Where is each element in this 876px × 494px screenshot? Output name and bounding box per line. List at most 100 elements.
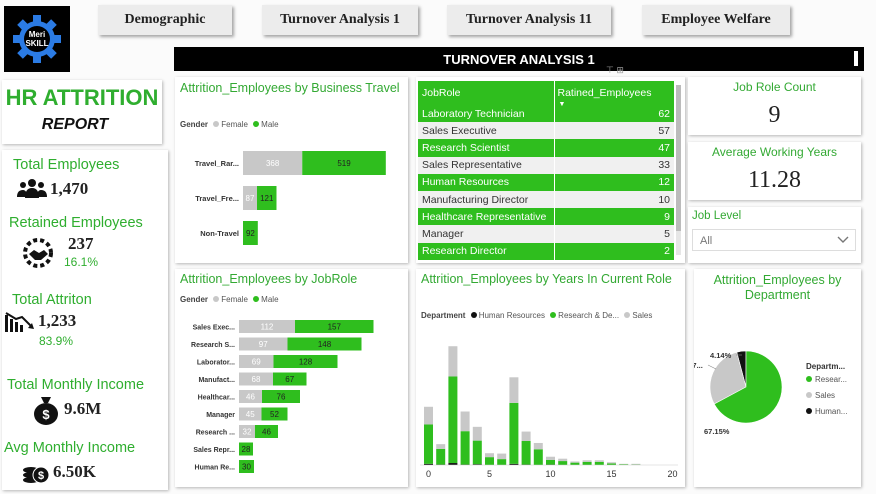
- data-label: 45: [246, 410, 255, 419]
- column-segment[interactable]: [582, 460, 592, 462]
- cell-retained-count: 9: [664, 210, 670, 223]
- category-label: Manager: [206, 412, 235, 419]
- job-level-dropdown[interactable]: All: [692, 229, 856, 251]
- column-segment[interactable]: [521, 431, 531, 442]
- table-row[interactable]: Sales Executive 57: [418, 122, 674, 140]
- column-segment[interactable]: [570, 461, 580, 463]
- column-segment[interactable]: [570, 462, 580, 465]
- pie-legend-dot: [806, 408, 812, 414]
- data-label: 128: [299, 358, 313, 367]
- column-segment[interactable]: [448, 376, 458, 464]
- table-row[interactable]: Healthcare Representative 9: [418, 208, 674, 226]
- table-row[interactable]: Research Scientist 47: [418, 139, 674, 157]
- table-row[interactable]: Research Director 2: [418, 242, 674, 260]
- cell-jobrole: Manager: [418, 225, 555, 243]
- retained-employees-table-card: ⊤ ⊞ JobRole Ratined_Employees ▼ Laborator…: [416, 65, 685, 263]
- table-row[interactable]: Human Resources 12: [418, 173, 674, 191]
- people-icon: [17, 179, 47, 198]
- chart-title-years-current-role: Attrition_Employees by Years In Current …: [421, 272, 672, 286]
- data-label: 46: [246, 393, 255, 402]
- column-segment[interactable]: [546, 459, 555, 465]
- total-employees-label: Total Employees: [13, 157, 120, 173]
- column-header-ratined-employees[interactable]: Ratined_Employees ▼: [554, 81, 674, 108]
- x-tick-label: 10: [545, 469, 555, 479]
- column-segment[interactable]: [472, 426, 482, 441]
- column-segment[interactable]: [533, 449, 543, 465]
- column-segment[interactable]: [594, 461, 604, 465]
- column-segment[interactable]: [594, 460, 604, 462]
- column-header-jobrole[interactable]: JobRole: [418, 81, 555, 105]
- declining-chart-icon: [5, 312, 34, 332]
- column-segment[interactable]: [436, 444, 446, 449]
- chart-title-business-travel: Attrition_Employees by Business Travel: [180, 81, 400, 95]
- cell-jobrole: Healthcare Representative: [418, 208, 555, 226]
- data-label: 32: [243, 428, 252, 437]
- tab-employee-welfare[interactable]: Employee Welfare: [642, 5, 790, 35]
- retained-employees-pct: 16.1%: [64, 255, 99, 269]
- column-segment[interactable]: [460, 411, 470, 432]
- tab-turnover-analysis-11[interactable]: Turnover Analysis 11: [447, 5, 611, 35]
- dashboard: { "logo":{"line1":"Meri","line2":"SKILL"…: [0, 0, 876, 494]
- legend-label-hr: Human Resources: [478, 311, 545, 320]
- pie-legend-dot: [806, 376, 812, 382]
- page-banner: TURNOVER ANALYSIS 1: [174, 47, 864, 71]
- table-focus-icons[interactable]: ⊤ ⊞: [606, 65, 624, 76]
- legend-dot-hr: [470, 312, 477, 318]
- table-row[interactable]: Sales Representative 33: [418, 156, 674, 174]
- legend-jobrole: Gender Female Male: [180, 295, 279, 304]
- total-attrition-value: 1,233: [38, 311, 77, 330]
- column-segment[interactable]: [460, 431, 470, 465]
- legend-dot-female: [213, 121, 220, 127]
- column-segment[interactable]: [424, 406, 433, 425]
- column-segment[interactable]: [485, 453, 494, 458]
- pie-chart-department: 67.15% 28.7... 4.14% Departm... Resear... Sal…: [694, 350, 847, 436]
- cell-jobrole: Laboratory Technician: [418, 105, 555, 123]
- category-label: Research ...: [196, 430, 235, 437]
- total-employees-value: 1,470: [50, 179, 89, 198]
- column-segment[interactable]: [472, 440, 482, 465]
- column-segment[interactable]: [582, 461, 592, 465]
- table-row[interactable]: Laboratory Technician 62: [418, 105, 674, 123]
- cell-retained-count: 12: [658, 176, 670, 189]
- table-header-row: JobRole Ratined_Employees ▼: [418, 81, 674, 108]
- cell-retained-count: 47: [658, 141, 670, 154]
- legend-label-research: Research & De...: [558, 311, 620, 320]
- total-monthly-income-value: 9.6M: [64, 399, 102, 418]
- table-row[interactable]: Manufacturing Director 10: [418, 190, 674, 209]
- data-label: 68: [252, 375, 261, 384]
- legend-label-female: Female: [221, 120, 248, 129]
- column-segment[interactable]: [497, 453, 507, 460]
- table-scrollbar[interactable]: [676, 85, 681, 255]
- category-label: Human Re...: [195, 465, 236, 472]
- tab-demographic[interactable]: Demographic: [98, 5, 232, 35]
- table-row[interactable]: Manager 5: [418, 225, 674, 243]
- tab-turnover-analysis-1[interactable]: Turnover Analysis 1: [262, 5, 418, 35]
- pie-data-label: 28.7...: [694, 361, 703, 370]
- table-scrollbar-thumb[interactable]: [676, 85, 681, 231]
- chart-title-department: Attrition_Employees by Department: [713, 273, 842, 302]
- data-label: 67: [285, 375, 294, 384]
- x-tick-label: 0: [426, 469, 431, 479]
- job-role-count-value: 9: [768, 102, 781, 128]
- column-segment[interactable]: [521, 441, 531, 465]
- column-segment[interactable]: [497, 459, 507, 465]
- column-segment[interactable]: [485, 457, 494, 465]
- column-segment[interactable]: [558, 461, 568, 465]
- column-segment[interactable]: [546, 456, 555, 460]
- chart-business-travel: Attrition_Employees by Business Travel G…: [175, 77, 408, 263]
- column-segment[interactable]: [509, 377, 519, 403]
- column-segment[interactable]: [558, 458, 568, 462]
- column-segment[interactable]: [631, 463, 641, 465]
- column-segment[interactable]: [436, 448, 446, 465]
- column-segment[interactable]: [424, 424, 433, 464]
- legend-department: Department Human Resources Research & De…: [421, 311, 652, 320]
- column-segment[interactable]: [448, 346, 458, 377]
- avg-monthly-income-label: Avg Monthly Income: [4, 440, 136, 456]
- column-segment[interactable]: [533, 442, 543, 450]
- data-label: 76: [277, 393, 286, 402]
- data-label: 368: [266, 159, 280, 168]
- legend-label-male: Male: [261, 295, 279, 304]
- column-segment[interactable]: [607, 462, 616, 464]
- column-segment[interactable]: [509, 402, 519, 464]
- svg-text:$: $: [38, 470, 44, 482]
